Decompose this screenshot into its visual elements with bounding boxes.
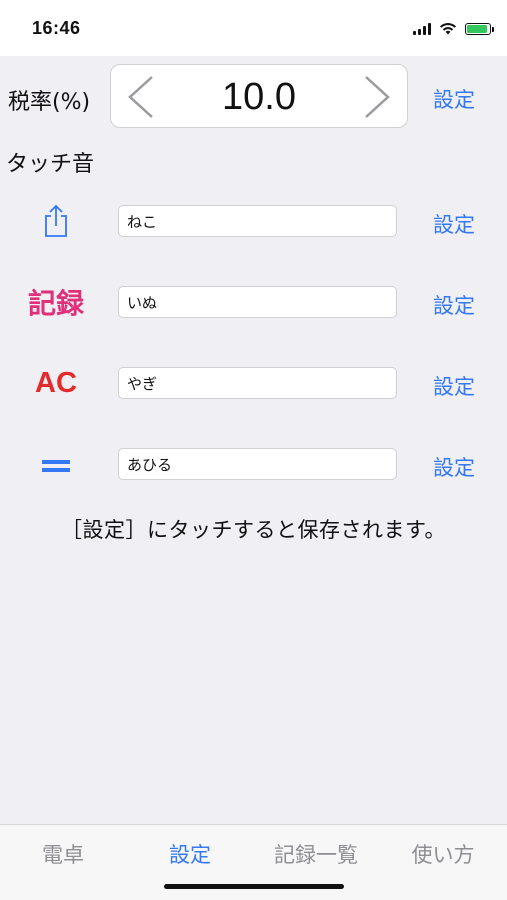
touch-sound-title: タッチ音 <box>6 152 95 177</box>
equals-icon <box>20 446 92 486</box>
ac-icon: AC <box>20 363 92 403</box>
share-icon <box>20 201 92 241</box>
chevron-right-icon <box>365 76 390 118</box>
status-bar: 16:46 <box>0 0 507 56</box>
equals-sound-set-button[interactable]: 設定 <box>433 452 475 482</box>
ac-icon-label: AC <box>35 366 77 399</box>
tab-settings[interactable]: 設定 <box>127 839 253 869</box>
tax-rate-value: 10.0 <box>222 76 296 118</box>
ac-sound-set-button[interactable]: 設定 <box>433 371 475 401</box>
wifi-icon <box>440 23 456 35</box>
battery-charging-icon <box>465 22 494 35</box>
record-icon-label: 記録 <box>27 287 84 320</box>
tax-rate-label: 税率(%) <box>8 90 91 115</box>
decrease-tax-button[interactable] <box>119 75 163 119</box>
tab-records[interactable]: 記録一覧 <box>253 839 379 869</box>
equals-sound-input[interactable] <box>118 448 397 480</box>
increase-tax-button[interactable] <box>355 75 399 119</box>
share-sound-set-button[interactable]: 設定 <box>433 209 475 239</box>
status-time: 16:46 <box>32 18 81 38</box>
ac-sound-input[interactable] <box>118 367 397 399</box>
tax-rate-stepper: 10.0 <box>110 64 408 128</box>
signal-icon <box>413 22 431 35</box>
record-sound-set-button[interactable]: 設定 <box>433 290 475 320</box>
home-indicator <box>164 884 344 889</box>
chevron-left-icon <box>128 76 153 118</box>
tax-set-button[interactable]: 設定 <box>433 84 475 114</box>
tab-calculator[interactable]: 電卓 <box>0 839 126 869</box>
save-hint-text: ［設定］にタッチすると保存されます。 <box>61 518 446 542</box>
tab-how-to-use[interactable]: 使い方 <box>380 839 506 869</box>
share-sound-input[interactable] <box>118 205 397 237</box>
record-sound-input[interactable] <box>118 286 397 318</box>
record-icon: 記録 <box>20 282 92 322</box>
settings-screen: 16:46 税率(%) 10.0 設定 タッチ音 ねこ 設定 記録 いぬ 設定 … <box>0 0 507 900</box>
status-icons <box>413 22 494 35</box>
